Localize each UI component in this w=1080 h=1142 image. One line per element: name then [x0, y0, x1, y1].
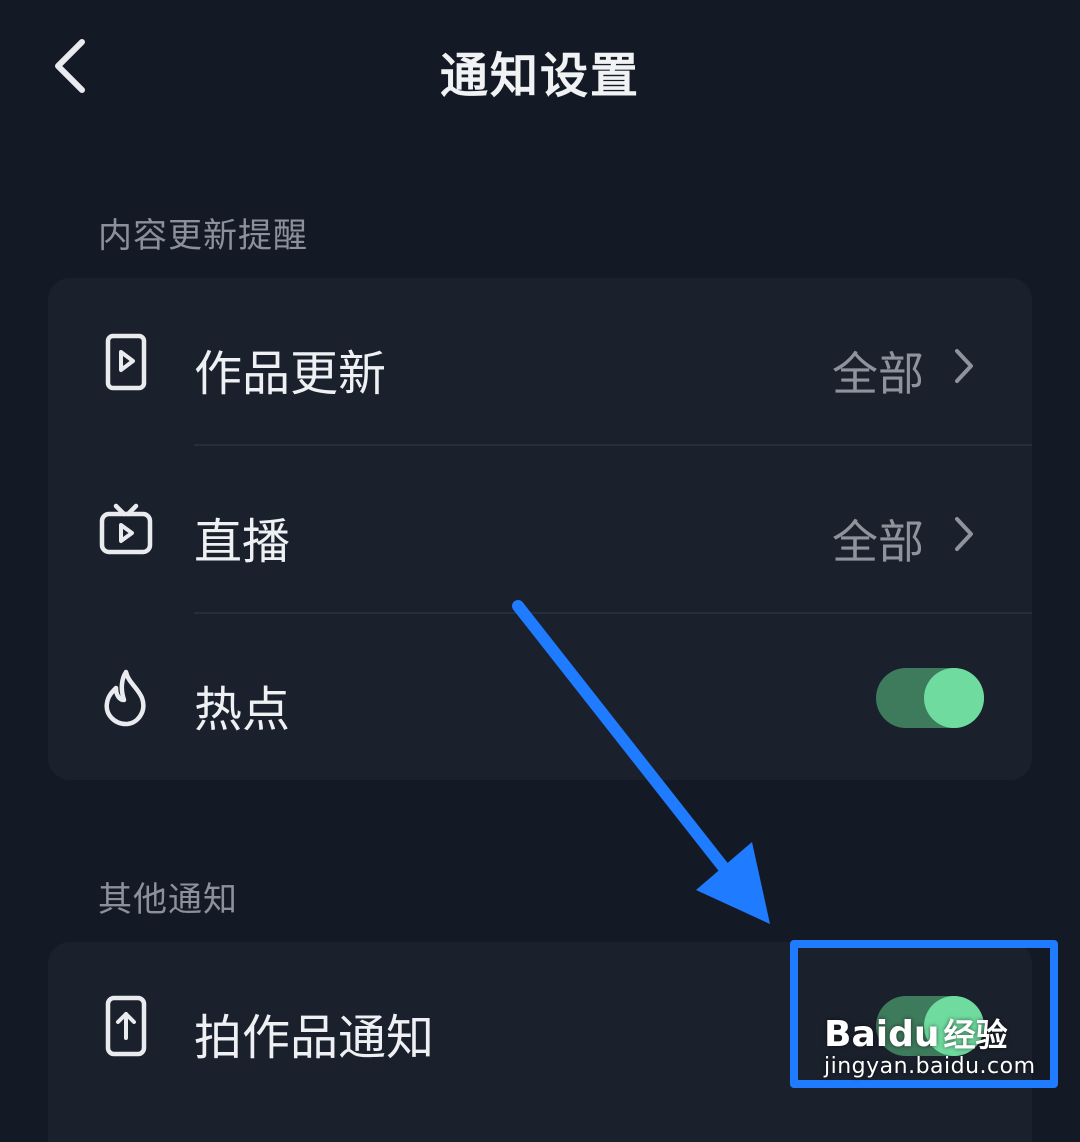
page-title: 通知设置 — [439, 48, 640, 104]
section-label-other: 其他通知 — [98, 880, 238, 920]
setting-row-works-update[interactable]: 作品更新 全部 — [48, 278, 1032, 446]
watermark-brand-cn: 经验 — [943, 1016, 1008, 1054]
setting-label: 作品更新 — [194, 346, 387, 402]
watermark-url: jingyan.baidu.com — [824, 1054, 1036, 1079]
content-updates-card: 作品更新 全部 直播 全部 热点 — [48, 278, 1032, 780]
watermark-brand: Baidu 经验 — [824, 1010, 1044, 1056]
setting-value: 全部 — [832, 515, 924, 569]
setting-label: 拍作品通知 — [194, 1010, 435, 1066]
setting-label: 直播 — [194, 514, 291, 570]
tv-play-icon — [99, 503, 153, 555]
setting-label: 热点 — [194, 682, 291, 738]
setting-row-hotspot: 热点 — [48, 614, 1032, 780]
chevron-right-icon — [955, 517, 973, 551]
toggle-knob — [924, 668, 984, 728]
video-file-icon — [105, 333, 147, 391]
watermark-brand-name: Baidu — [824, 1014, 940, 1055]
setting-value: 全部 — [832, 347, 924, 401]
top-bar: 通知设置 — [0, 0, 1080, 140]
section-label-content-updates: 内容更新提醒 — [98, 216, 308, 256]
baidu-watermark: Baidu 经验 jingyan.baidu.com — [824, 1010, 1044, 1079]
setting-row-live[interactable]: 直播 全部 — [48, 446, 1032, 614]
flame-icon — [104, 669, 146, 727]
phone-upload-icon — [105, 995, 147, 1057]
chevron-right-icon — [955, 349, 973, 383]
hotspot-toggle[interactable] — [876, 668, 984, 728]
